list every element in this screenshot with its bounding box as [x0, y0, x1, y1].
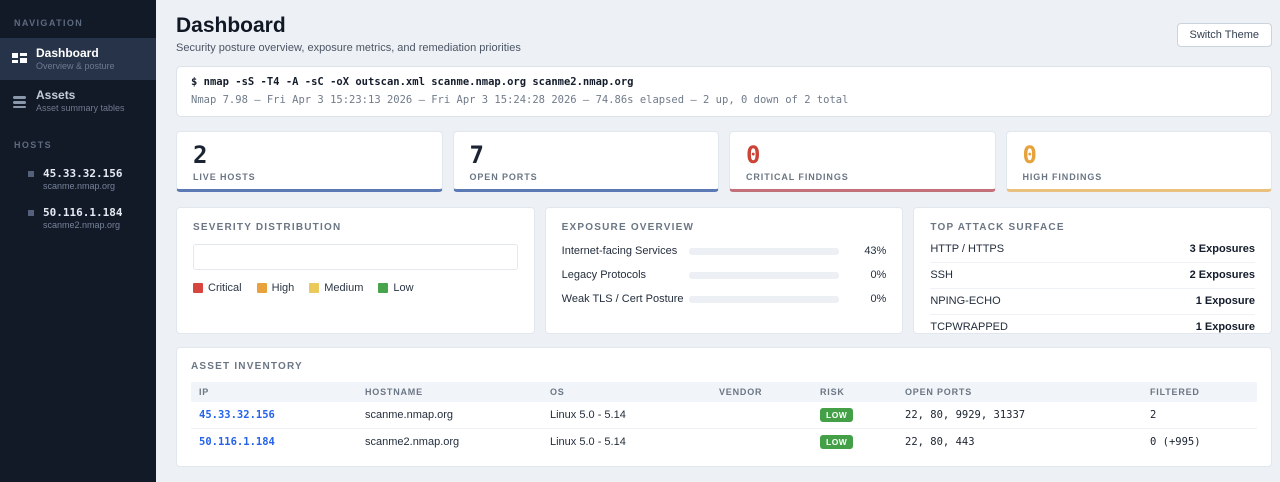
- page-title: Dashboard: [176, 14, 286, 37]
- sidebar-item-assets[interactable]: Assets Asset summary tables: [0, 80, 156, 122]
- ip-link[interactable]: 50.116.1.184: [191, 430, 357, 454]
- attack-surface-row: SSH 2 Exposures: [930, 263, 1256, 289]
- dashboard-icon: [12, 52, 27, 67]
- legend-item-low: Low: [378, 282, 414, 294]
- exposure-bar-track: [688, 295, 839, 303]
- exposure-percent: 0%: [870, 269, 887, 281]
- table-row: 45.33.32.156 scanme.nmap.org Linux 5.0 -…: [191, 402, 1257, 429]
- stat-card-high-findings: 0 HIGH FINDINGS: [1005, 131, 1272, 192]
- switch-theme-button[interactable]: Switch Theme: [1176, 23, 1272, 47]
- stat-card-critical-findings: 0 CRITICAL FINDINGS: [729, 131, 996, 192]
- legend-item-critical: Critical: [193, 282, 242, 294]
- host-hostname: scanme.nmap.org: [43, 181, 116, 191]
- hostname-cell: scanme.nmap.org: [365, 409, 454, 421]
- panels-row: SEVERITY DISTRIBUTION Critical High Medi…: [176, 207, 1273, 334]
- legend-item-high: High: [256, 282, 294, 294]
- exposure-percent: 0%: [870, 293, 887, 305]
- risk-badge: LOW: [820, 435, 854, 449]
- filtered-cell: 2: [1150, 409, 1157, 421]
- attack-surface-row: TCPWRAPPED 1 Exposure: [930, 321, 1256, 333]
- sidebar-host-item[interactable]: 50.116.1.184 scanme2.nmap.org: [12, 199, 144, 238]
- page-header: Dashboard Security posture overview, exp…: [176, 14, 1272, 54]
- host-bullet-icon: [28, 171, 34, 177]
- host-ip: 45.33.32.156: [43, 167, 123, 180]
- host-hostname: scanme2.nmap.org: [43, 220, 121, 230]
- os-cell: Linux 5.0 - 5.14: [550, 409, 626, 421]
- exposure-overview-panel: EXPOSURE OVERVIEW Internet-facing Servic…: [544, 207, 904, 334]
- panel-title: ASSET INVENTORY: [191, 361, 303, 372]
- scan-command-box: $ nmap -sS -T4 -A -sC -oX outscan.xml sc…: [176, 66, 1272, 117]
- exposure-row: Internet-facing Services 43%: [561, 245, 887, 257]
- host-bullet-icon: [28, 210, 34, 216]
- table-row: 50.116.1.184 scanme2.nmap.org Linux 5.0 …: [191, 429, 1257, 455]
- ip-link[interactable]: 45.33.32.156: [191, 403, 357, 427]
- hosts-section-label: HOSTS: [14, 140, 53, 150]
- stat-value: 0: [746, 141, 761, 169]
- attack-surface-row: HTTP / HTTPS 3 Exposures: [930, 237, 1256, 263]
- medium-swatch-icon: [309, 283, 320, 293]
- risk-cell: LOW: [812, 429, 897, 455]
- open-ports-cell: 22, 80, 443: [905, 436, 975, 448]
- severity-legend: Critical High Medium Low: [193, 282, 518, 294]
- panel-title: TOP ATTACK SURFACE: [930, 222, 1065, 233]
- asset-inventory-table: IP HOSTNAME OS VENDOR RISK OPEN PORTS FI…: [191, 382, 1257, 455]
- risk-cell: LOW: [812, 402, 897, 428]
- vendor-cell: [711, 436, 812, 448]
- severity-distribution-panel: SEVERITY DISTRIBUTION Critical High Medi…: [176, 207, 535, 334]
- stat-value: 7: [469, 141, 484, 169]
- top-attack-surface-panel: TOP ATTACK SURFACE HTTP / HTTPS 3 Exposu…: [913, 207, 1273, 334]
- legend-item-medium: Medium: [309, 282, 363, 294]
- sidebar-host-item[interactable]: 45.33.32.156 scanme.nmap.org: [12, 160, 144, 199]
- severity-bar-empty: [193, 244, 518, 270]
- panel-title: SEVERITY DISTRIBUTION: [193, 222, 342, 233]
- sidebar-item-label: Dashboard: [36, 46, 99, 60]
- stat-label: CRITICAL FINDINGS: [746, 172, 849, 182]
- exposure-percent: 43%: [864, 245, 887, 257]
- sidebar-item-label: Assets: [36, 88, 76, 102]
- page-subtitle: Security posture overview, exposure metr…: [176, 42, 521, 54]
- stat-card-live-hosts: 2 LIVE HOSTS: [176, 131, 443, 192]
- hostname-cell: scanme2.nmap.org: [365, 436, 460, 448]
- sidebar-item-sublabel: Overview & posture: [36, 61, 115, 71]
- scan-command: $ nmap -sS -T4 -A -sC -oX outscan.xml sc…: [191, 76, 634, 88]
- stats-row: 2 LIVE HOSTS 7 OPEN PORTS 0 CRITICAL FIN…: [176, 131, 1272, 192]
- stat-label: HIGH FINDINGS: [1022, 172, 1103, 182]
- exposure-row: Legacy Protocols 0%: [561, 269, 887, 281]
- vendor-cell: [711, 409, 812, 421]
- os-cell: Linux 5.0 - 5.14: [550, 436, 626, 448]
- asset-inventory-panel: ASSET INVENTORY IP HOSTNAME OS VENDOR RI…: [176, 347, 1272, 467]
- sidebar-item-dashboard[interactable]: Dashboard Overview & posture: [0, 38, 156, 80]
- open-ports-cell: 22, 80, 9929, 31337: [905, 409, 1026, 421]
- risk-badge: LOW: [820, 408, 854, 422]
- critical-swatch-icon: [193, 283, 203, 293]
- table-header-row: IP HOSTNAME OS VENDOR RISK OPEN PORTS FI…: [191, 382, 1257, 402]
- exposure-row: Weak TLS / Cert Posture 0%: [561, 293, 887, 305]
- host-ip: 50.116.1.184: [43, 206, 123, 219]
- filtered-cell: 0 (+995): [1150, 436, 1201, 448]
- stat-card-open-ports: 7 OPEN PORTS: [452, 131, 719, 192]
- main-content: Dashboard Security posture overview, exp…: [156, 0, 1280, 482]
- sidebar-item-sublabel: Asset summary tables: [36, 103, 125, 113]
- stat-value: 2: [193, 141, 208, 169]
- panel-title: EXPOSURE OVERVIEW: [561, 222, 695, 233]
- scan-summary: Nmap 7.98 — Fri Apr 3 15:23:13 2026 — Fr…: [191, 94, 849, 106]
- stat-label: LIVE HOSTS: [193, 172, 256, 182]
- stat-label: OPEN PORTS: [469, 172, 538, 182]
- exposure-bar-track: [688, 271, 839, 279]
- stat-value: 0: [1022, 141, 1037, 169]
- high-swatch-icon: [256, 283, 267, 293]
- nav-section-label: NAVIGATION: [14, 18, 84, 28]
- attack-surface-row: NPING-ECHO 1 Exposure: [930, 289, 1256, 315]
- sidebar: NAVIGATION Dashboard Overview & posture …: [0, 0, 156, 482]
- low-swatch-icon: [378, 283, 389, 293]
- exposure-bar-track: [688, 247, 839, 255]
- assets-icon: [12, 94, 27, 109]
